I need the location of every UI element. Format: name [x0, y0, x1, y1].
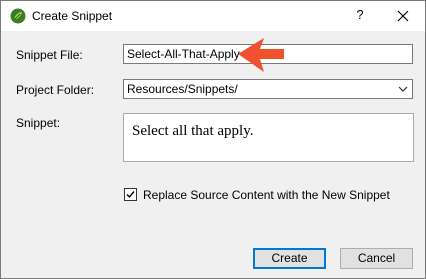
create-button[interactable]: Create	[253, 248, 326, 269]
replace-source-checkbox[interactable]	[124, 188, 137, 201]
project-folder-value: Resources/Snippets/	[127, 82, 238, 96]
create-snippet-dialog: Create Snippet ? Snippet File: Select-Al…	[0, 0, 426, 279]
project-folder-label: Project Folder:	[16, 83, 95, 97]
snippet-content-editor[interactable]: Select all that apply.	[123, 113, 414, 162]
chevron-down-icon	[398, 86, 408, 92]
leaf-logo-icon	[10, 8, 26, 24]
snippet-file-label: Snippet File:	[16, 48, 83, 62]
replace-source-label[interactable]: Replace Source Content with the New Snip…	[143, 188, 390, 202]
close-button[interactable]	[392, 6, 414, 26]
window-title: Create Snippet	[32, 9, 113, 23]
checkmark-icon	[126, 191, 135, 199]
project-folder-select[interactable]: Resources/Snippets/	[123, 79, 413, 99]
cancel-button[interactable]: Cancel	[340, 248, 413, 269]
title-bar: Create Snippet ?	[1, 1, 425, 31]
snippet-label: Snippet:	[16, 116, 61, 130]
orange-callout-arrow-icon	[238, 38, 284, 72]
help-button[interactable]: ?	[352, 7, 368, 25]
close-icon	[397, 10, 409, 22]
